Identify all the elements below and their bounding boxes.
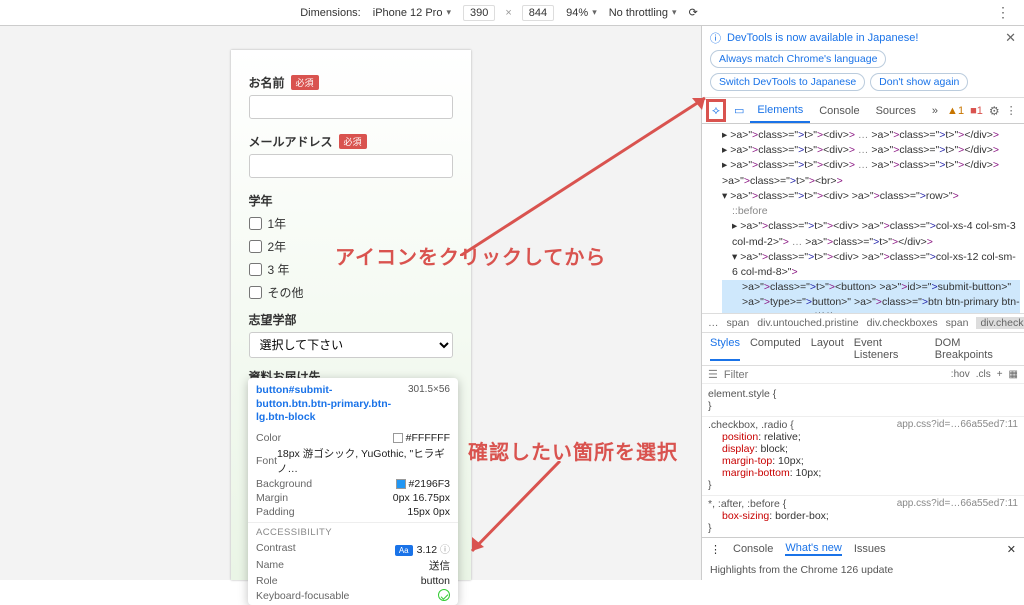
inspect-tooltip: button#submit-button.btn.btn-primary.btn…	[248, 378, 458, 605]
devtools-panel: ⓘ DevTools is now available in Japanese! ✕…	[702, 26, 1024, 580]
tt-contrast-v: Aa3.12 ⓘ	[395, 541, 450, 556]
required-badge: 必須	[291, 75, 319, 90]
devtools-infobar: ⓘ DevTools is now available in Japanese! ✕…	[702, 26, 1024, 98]
drawer-tab-whatsnew[interactable]: What's new	[785, 542, 842, 556]
crumb[interactable]: div.checkbox	[976, 317, 1024, 329]
chip-match-lang[interactable]: Always match Chrome's language	[710, 50, 886, 68]
grade-2-label: 2年	[268, 238, 287, 255]
sub-tab-layout[interactable]: Layout	[811, 337, 844, 361]
drawer-tab-issues[interactable]: Issues	[854, 543, 886, 555]
grade-other-checkbox[interactable]	[249, 286, 262, 299]
preview-pane: お名前 必須 メールアドレス 必須 学年 1年 2年 3 年 その他 志望学部 …	[0, 26, 702, 580]
email-label: メールアドレス	[249, 133, 333, 150]
devtools-tabs: ⟡ ▭ Elements Console Sources » ▲1 ■1 ⚙ ⋮…	[702, 98, 1024, 124]
cls-toggle[interactable]: .cls	[976, 369, 991, 380]
rotate-icon[interactable]: ⟳	[689, 6, 698, 19]
crumb[interactable]: span	[727, 317, 750, 329]
drawer-menu-icon[interactable]: ⋮	[710, 543, 721, 556]
drawer-body: Highlights from the Chrome 126 update	[702, 560, 1024, 580]
grade-label: 学年	[249, 192, 273, 209]
crumb[interactable]: …	[708, 317, 719, 329]
drawer-close-icon[interactable]: ✕	[1007, 543, 1016, 556]
tab-console[interactable]: Console	[812, 100, 866, 122]
name-label: お名前	[249, 74, 285, 91]
crumb[interactable]: div.checkboxes	[867, 317, 938, 329]
tt-padding-v: 15px 0px	[407, 506, 450, 518]
drawer: ⋮ Console What's new Issues ✕ Highlights…	[702, 537, 1024, 580]
dim-sep: ×	[501, 7, 515, 19]
tt-name-k: Name	[256, 559, 284, 571]
new-rule-icon[interactable]: +	[997, 369, 1003, 380]
device-toolbar: Dimensions: iPhone 12 Pro 390 × 844 94% …	[0, 0, 1024, 26]
breadcrumb[interactable]: … span div.untouched.pristine div.checkb…	[702, 314, 1024, 333]
close-icon[interactable]: ✕	[1005, 30, 1016, 46]
error-count[interactable]: ■1	[970, 105, 983, 117]
height-input[interactable]: 844	[522, 5, 554, 21]
sub-tab-dom-bp[interactable]: DOM Breakpoints	[935, 337, 1016, 361]
hov-toggle[interactable]: :hov	[951, 369, 970, 380]
tt-color-v: #FFFFFF	[393, 432, 450, 444]
arrow-2	[460, 461, 580, 566]
styles-tabs: Styles Computed Layout Event Listeners D…	[702, 333, 1024, 366]
sub-tab-styles[interactable]: Styles	[710, 337, 740, 361]
width-input[interactable]: 390	[463, 5, 495, 21]
grade-2-checkbox[interactable]	[249, 240, 262, 253]
tt-bg-k: Background	[256, 478, 312, 490]
filter-icon: ☰	[708, 368, 718, 381]
tt-font-v: 18px 游ゴシック, YuGothic, "ヒラギノ…	[277, 446, 450, 476]
tt-role-v: button	[421, 575, 450, 587]
faculty-select[interactable]: 選択して下さい	[249, 332, 453, 358]
tt-margin-k: Margin	[256, 492, 288, 504]
grade-1-label: 1年	[268, 215, 287, 232]
tt-padding-k: Padding	[256, 506, 295, 518]
grade-3-checkbox[interactable]	[249, 263, 262, 276]
zoom-select[interactable]: 94%	[566, 7, 597, 19]
dimensions-label: Dimensions:	[300, 7, 361, 19]
arrow-1	[460, 86, 720, 261]
device-select[interactable]: iPhone 12 Pro	[373, 7, 451, 19]
tt-margin-v: 0px 16.75px	[393, 492, 450, 504]
chip-switch-jp[interactable]: Switch DevTools to Japanese	[710, 73, 865, 91]
tt-font-k: Font	[256, 455, 277, 467]
tt-color-k: Color	[256, 432, 281, 444]
tt-acc-header: ACCESSIBILITY	[248, 522, 458, 540]
dom-tree[interactable]: ▸ >a>">class>=">t>"><div>> … >a>">class>…	[702, 124, 1024, 314]
faculty-label: 志望学部	[249, 311, 297, 328]
gear-icon[interactable]: ⚙	[989, 104, 1000, 118]
name-input[interactable]	[249, 95, 453, 119]
tt-role-k: Role	[256, 575, 278, 587]
chip-dont-show[interactable]: Don't show again	[870, 73, 968, 91]
sub-tab-events[interactable]: Event Listeners	[854, 337, 925, 361]
info-title: DevTools is now available in Japanese!	[727, 32, 918, 44]
warn-count[interactable]: ▲1	[947, 105, 964, 117]
device-mode-icon[interactable]: ▭	[730, 104, 748, 117]
sub-tab-computed[interactable]: Computed	[750, 337, 801, 361]
crumb[interactable]: div.untouched.pristine	[757, 317, 858, 329]
tab-sources[interactable]: Sources	[869, 100, 923, 122]
grade-1-checkbox[interactable]	[249, 217, 262, 230]
devtools-menu-icon[interactable]: ⋮	[1006, 104, 1017, 117]
grade-3-label: 3 年	[268, 261, 290, 278]
grade-other-label: その他	[268, 284, 304, 301]
tab-elements[interactable]: Elements	[750, 99, 810, 123]
tt-bg-v: #2196F3	[396, 478, 450, 490]
tooltip-size: 301.5×56	[408, 384, 450, 395]
throttle-select[interactable]: No throttling	[609, 7, 677, 19]
toolbar-menu-icon[interactable]: ⋮	[990, 4, 1016, 21]
crumb[interactable]: span	[946, 317, 969, 329]
email-input[interactable]	[249, 154, 453, 178]
required-badge: 必須	[339, 134, 367, 149]
styles-rules[interactable]: element.style {}app.css?id=…66a55ed7:11.…	[702, 384, 1024, 537]
tooltip-selector: button#submit-button.btn.btn-primary.btn…	[256, 384, 396, 425]
styles-filter-row: ☰ :hov .cls + ▦	[702, 366, 1024, 384]
info-icon: ⓘ	[710, 30, 721, 46]
tt-kf-v	[438, 589, 450, 604]
drawer-tab-console[interactable]: Console	[733, 543, 773, 555]
styles-filter-input[interactable]	[724, 369, 945, 381]
tt-name-v: 送信	[429, 558, 450, 573]
tt-contrast-k: Contrast	[256, 542, 296, 554]
styles-menu-icon[interactable]: ▦	[1009, 369, 1018, 380]
tt-kf-k: Keyboard-focusable	[256, 590, 349, 602]
tab-overflow[interactable]: »	[925, 100, 945, 122]
